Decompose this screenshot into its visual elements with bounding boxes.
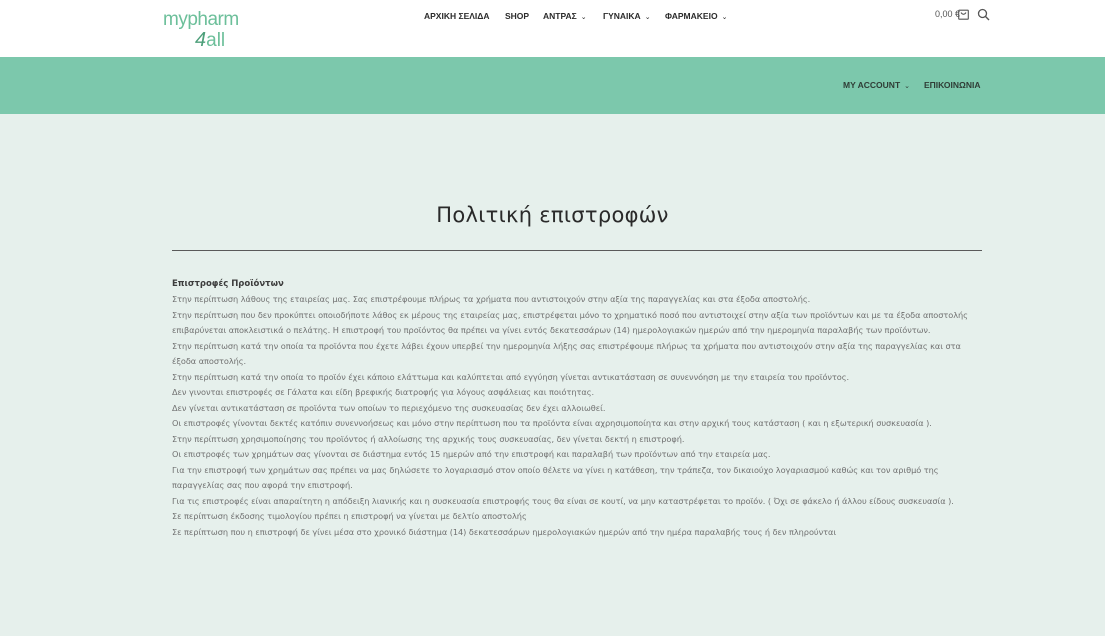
- chevron-down-icon: ⌄: [580, 14, 587, 21]
- paragraph: Στην περίπτωση λάθους της εταιρείας μας.…: [172, 294, 811, 304]
- page-title: Πολιτική επιστροφών: [436, 203, 669, 227]
- chevron-down-icon: ⌄: [644, 14, 651, 21]
- paragraph: Για τις επιστροφές είναι απαραίτητη η απ…: [172, 495, 954, 506]
- nav-item-pharmacy[interactable]: ΦΑΡΜΑΚΕΙΟ ⌄: [665, 11, 727, 21]
- chevron-down-icon: ⌄: [904, 83, 911, 90]
- chevron-down-icon: ⌄: [721, 14, 728, 21]
- paragraph: Δεν γινονται επιστροφές σε Γάλατα και εί…: [172, 387, 595, 397]
- nav-item-men[interactable]: ΑΝΤΡΑΣ ⌄: [543, 11, 587, 21]
- paragraph: Δεν γίνεται αντικατάσταση σε προϊόντα τω…: [172, 402, 606, 413]
- cart-total[interactable]: 0,00 €: [935, 9, 960, 19]
- paragraph: Για την επιστροφή των χρημάτων σας πρέπε…: [172, 464, 939, 491]
- nav-item-shop[interactable]: SHOP: [505, 11, 529, 21]
- cart-icon[interactable]: [958, 9, 969, 20]
- logo-four: 4: [195, 29, 207, 51]
- nav-item-home[interactable]: ΑΡΧΙΚΗ ΣΕΛΙΔΑ: [424, 11, 490, 21]
- paragraph: Στην περίπτωση κατά την οποία τα προϊόντ…: [172, 340, 961, 367]
- site-logo[interactable]: mypharm 4all: [163, 9, 253, 51]
- paragraph: Οι επιστροφές των χρημάτων σας γίνονται …: [172, 449, 771, 459]
- nav-item-my-account[interactable]: MY ACCOUNT ⌄: [843, 80, 910, 90]
- paragraph: Σε περίπτωση που η επιστροφή δε γίνει μέ…: [172, 526, 837, 537]
- title-divider: [172, 250, 982, 251]
- nav-item-contact[interactable]: ΕΠΙΚΟΙΝΩΝΙΑ: [924, 80, 980, 90]
- paragraph: Οι επιστροφές γίνονται δεκτές κατόπιν συ…: [172, 418, 932, 428]
- paragraph: Στην περίπτωση χρησιμοποίησης του προϊόν…: [172, 433, 685, 444]
- section-heading: Επιστροφές Προϊόντων: [172, 279, 284, 289]
- site-header: mypharm 4all ΑΡΧΙΚΗ ΣΕΛΙΔΑ SHOP ΑΝΤΡΑΣ ⌄ …: [0, 0, 1105, 57]
- logo-text-bottom: 4all: [195, 29, 225, 52]
- paragraph: Στην περίπτωση κατά την οποία το προϊόν …: [172, 371, 850, 382]
- logo-text-top: mypharm: [163, 9, 239, 30]
- logo-all: all: [206, 30, 226, 51]
- page-content: Επιστροφές Προϊόντων Στην περίπτωση λάθο…: [172, 278, 987, 540]
- paragraph: Σε περίπτωση έκδοσης τιμολογίου πρέπει η…: [172, 511, 527, 521]
- search-icon[interactable]: [977, 8, 990, 21]
- paragraph: Στην περίπτωση που δεν προκύπτει οποιοδή…: [172, 309, 968, 336]
- nav-item-women[interactable]: ΓΥΝΑΙΚΑ ⌄: [603, 11, 651, 21]
